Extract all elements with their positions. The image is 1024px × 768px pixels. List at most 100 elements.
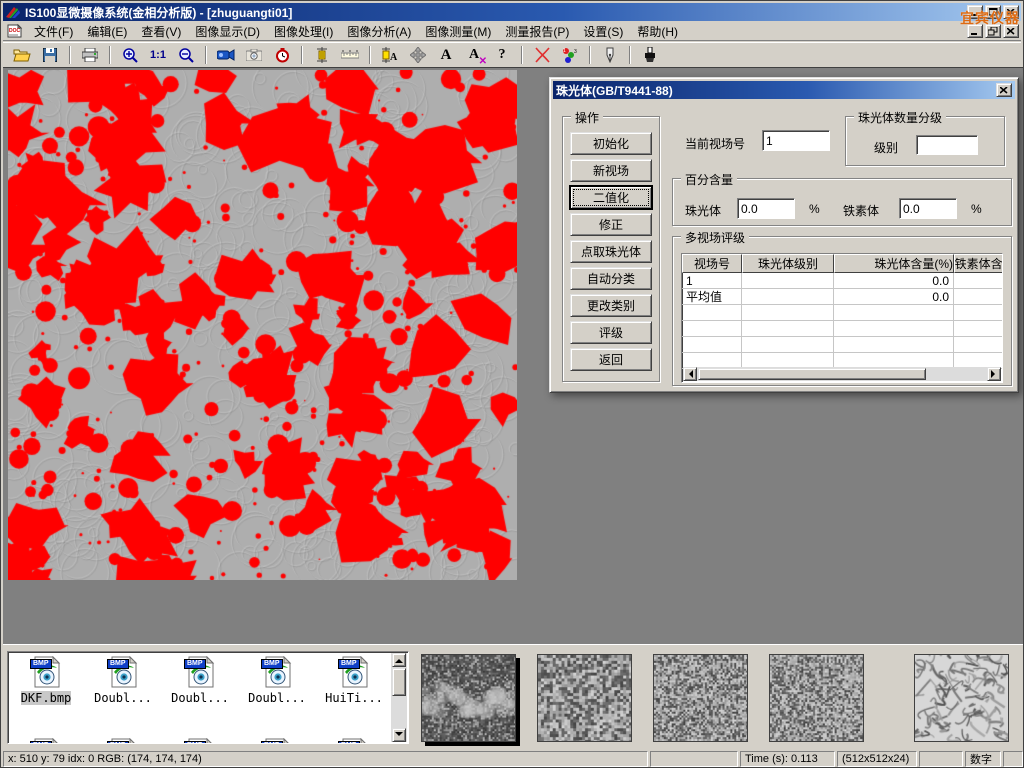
scrollbar-thumb[interactable] bbox=[698, 368, 926, 380]
file-item[interactable]: BMP bbox=[320, 738, 388, 744]
timer-icon[interactable] bbox=[269, 44, 295, 66]
table-row[interactable] bbox=[682, 337, 1002, 353]
close-icon[interactable] bbox=[1003, 5, 1019, 19]
pick-pearlite-button[interactable]: 点取珠光体 bbox=[570, 240, 652, 263]
auto-classify-button[interactable]: 自动分类 bbox=[570, 267, 652, 290]
svg-text:A: A bbox=[390, 52, 398, 63]
text-delete-icon[interactable]: A✕ bbox=[461, 44, 487, 66]
return-button[interactable]: 返回 bbox=[570, 348, 652, 371]
bmp-badge: BMP bbox=[107, 659, 129, 669]
scrollbar-thumb[interactable] bbox=[392, 668, 406, 696]
ferrite-percent-input[interactable] bbox=[903, 200, 953, 217]
file-item[interactable]: BMP HuiTi... bbox=[320, 656, 388, 705]
file-item[interactable]: BMP bbox=[166, 738, 234, 744]
actual-size-icon[interactable]: 1:1 bbox=[145, 44, 171, 66]
draw-pen-icon[interactable] bbox=[597, 44, 623, 66]
gallery-thumbnail[interactable] bbox=[421, 654, 516, 742]
help-icon[interactable]: ? bbox=[489, 44, 515, 66]
table-row[interactable] bbox=[682, 305, 1002, 321]
pearlite-percent-input[interactable] bbox=[741, 200, 791, 217]
bmp-file-icon: BMP bbox=[337, 656, 371, 690]
thumbnail-strip bbox=[421, 654, 1024, 742]
file-item[interactable]: BMP bbox=[89, 738, 157, 744]
scroll-up-icon[interactable] bbox=[392, 653, 406, 667]
toolbar-separator bbox=[369, 46, 371, 64]
level-label: 级别 bbox=[874, 139, 898, 156]
menu-item[interactable]: 图像分析(A) bbox=[340, 21, 418, 42]
camera-capture-icon[interactable] bbox=[241, 44, 267, 66]
file-item[interactable]: BMP Doubl... bbox=[243, 656, 311, 705]
file-browser-scrollbar[interactable] bbox=[391, 653, 407, 742]
toolbar-separator bbox=[109, 46, 111, 64]
correct-button[interactable]: 修正 bbox=[570, 213, 652, 236]
paint-brush-icon[interactable] bbox=[637, 44, 663, 66]
ruler-measure-icon[interactable] bbox=[337, 44, 363, 66]
gallery-thumbnail[interactable] bbox=[653, 654, 748, 742]
new-field-button[interactable]: 新视场 bbox=[570, 159, 652, 182]
dialog-title-bar[interactable]: 珠光体(GB/T9441-88) bbox=[553, 81, 1015, 99]
count-points-icon[interactable]: 13 bbox=[557, 44, 583, 66]
operations-group: 操作 初始化 新视场 二值化 修正 点取珠光体 自动分类 更改类别 评级 返回 bbox=[562, 116, 660, 382]
print-icon[interactable] bbox=[77, 44, 103, 66]
initialize-button[interactable]: 初始化 bbox=[570, 132, 652, 155]
level-input[interactable] bbox=[920, 137, 974, 153]
bmp-file-icon: BMP bbox=[337, 738, 371, 744]
gallery-thumbnail[interactable] bbox=[769, 654, 864, 742]
bmp-file-icon: BMP bbox=[183, 738, 217, 744]
delete-curve-icon[interactable] bbox=[529, 44, 555, 66]
current-field-input[interactable] bbox=[766, 132, 826, 149]
gallery-thumbnail[interactable] bbox=[537, 654, 632, 742]
file-item[interactable]: BMP Doubl... bbox=[166, 656, 234, 705]
video-capture-icon[interactable] bbox=[213, 44, 239, 66]
mdi-restore-icon[interactable] bbox=[985, 24, 1001, 38]
maximize-icon[interactable] bbox=[985, 5, 1001, 19]
file-item[interactable]: BMP bbox=[12, 738, 80, 744]
bmp-file-icon: BMP bbox=[260, 656, 294, 690]
toolbar: 1:1 A A A✕ ? 13 bbox=[3, 42, 1021, 67]
menu-item[interactable]: 编辑(E) bbox=[80, 21, 134, 42]
scroll-left-icon[interactable] bbox=[683, 367, 697, 381]
toolbar-separator bbox=[301, 46, 303, 64]
table-horizontal-scrollbar[interactable] bbox=[683, 367, 1001, 381]
menu-item[interactable]: 设置(S) bbox=[576, 21, 630, 42]
menu-item[interactable]: 文件(F) bbox=[27, 21, 80, 42]
measure-label-icon[interactable]: A bbox=[377, 44, 403, 66]
multi-field-group-label: 多视场评级 bbox=[681, 229, 749, 246]
open-file-icon[interactable] bbox=[9, 44, 35, 66]
col-pearlite-level: 珠光体级别 bbox=[742, 254, 834, 273]
zoom-in-icon[interactable] bbox=[117, 44, 143, 66]
bmp-file-icon: BMP bbox=[183, 656, 217, 690]
file-item[interactable]: BMP Doubl... bbox=[89, 656, 157, 705]
grade-button[interactable]: 评级 bbox=[570, 321, 652, 344]
micrograph-image[interactable] bbox=[8, 70, 517, 580]
mdi-close-icon[interactable] bbox=[1003, 24, 1019, 38]
level-input-wrap bbox=[916, 135, 978, 155]
file-item[interactable]: BMP bbox=[243, 738, 311, 744]
file-item[interactable]: BMP DKF.bmp bbox=[12, 656, 80, 705]
menu-item[interactable]: 测量报告(P) bbox=[498, 21, 576, 42]
binarize-button[interactable]: 二值化 bbox=[570, 186, 652, 209]
gallery-thumbnail[interactable] bbox=[914, 654, 1009, 742]
mdi-minimize-icon[interactable] bbox=[967, 24, 983, 38]
zoom-out-icon[interactable] bbox=[173, 44, 199, 66]
menu-item[interactable]: 查看(V) bbox=[134, 21, 188, 42]
table-row[interactable] bbox=[682, 321, 1002, 337]
text-annotation-icon[interactable]: A bbox=[433, 44, 459, 66]
menu-item[interactable]: 图像测量(M) bbox=[418, 21, 498, 42]
menu-item[interactable]: 帮助(H) bbox=[630, 21, 685, 42]
scroll-down-icon[interactable] bbox=[392, 728, 406, 742]
table-row[interactable]: 1 0.0 bbox=[682, 273, 1002, 289]
dialog-close-icon[interactable] bbox=[996, 83, 1012, 97]
bmp-badge: BMP bbox=[338, 659, 360, 669]
scroll-right-icon[interactable] bbox=[987, 367, 1001, 381]
menu-item[interactable]: 图像处理(I) bbox=[267, 21, 340, 42]
caliper-measure-icon[interactable] bbox=[309, 44, 335, 66]
change-class-button[interactable]: 更改类别 bbox=[570, 294, 652, 317]
move-tool-icon[interactable] bbox=[405, 44, 431, 66]
table-row[interactable]: 平均值 0.0 bbox=[682, 289, 1002, 305]
pearlite-label: 珠光体 bbox=[685, 202, 721, 219]
menu-item[interactable]: 图像显示(D) bbox=[188, 21, 267, 42]
bmp-file-icon: BMP bbox=[29, 738, 63, 744]
minimize-icon[interactable] bbox=[967, 5, 983, 19]
save-icon[interactable] bbox=[37, 44, 63, 66]
